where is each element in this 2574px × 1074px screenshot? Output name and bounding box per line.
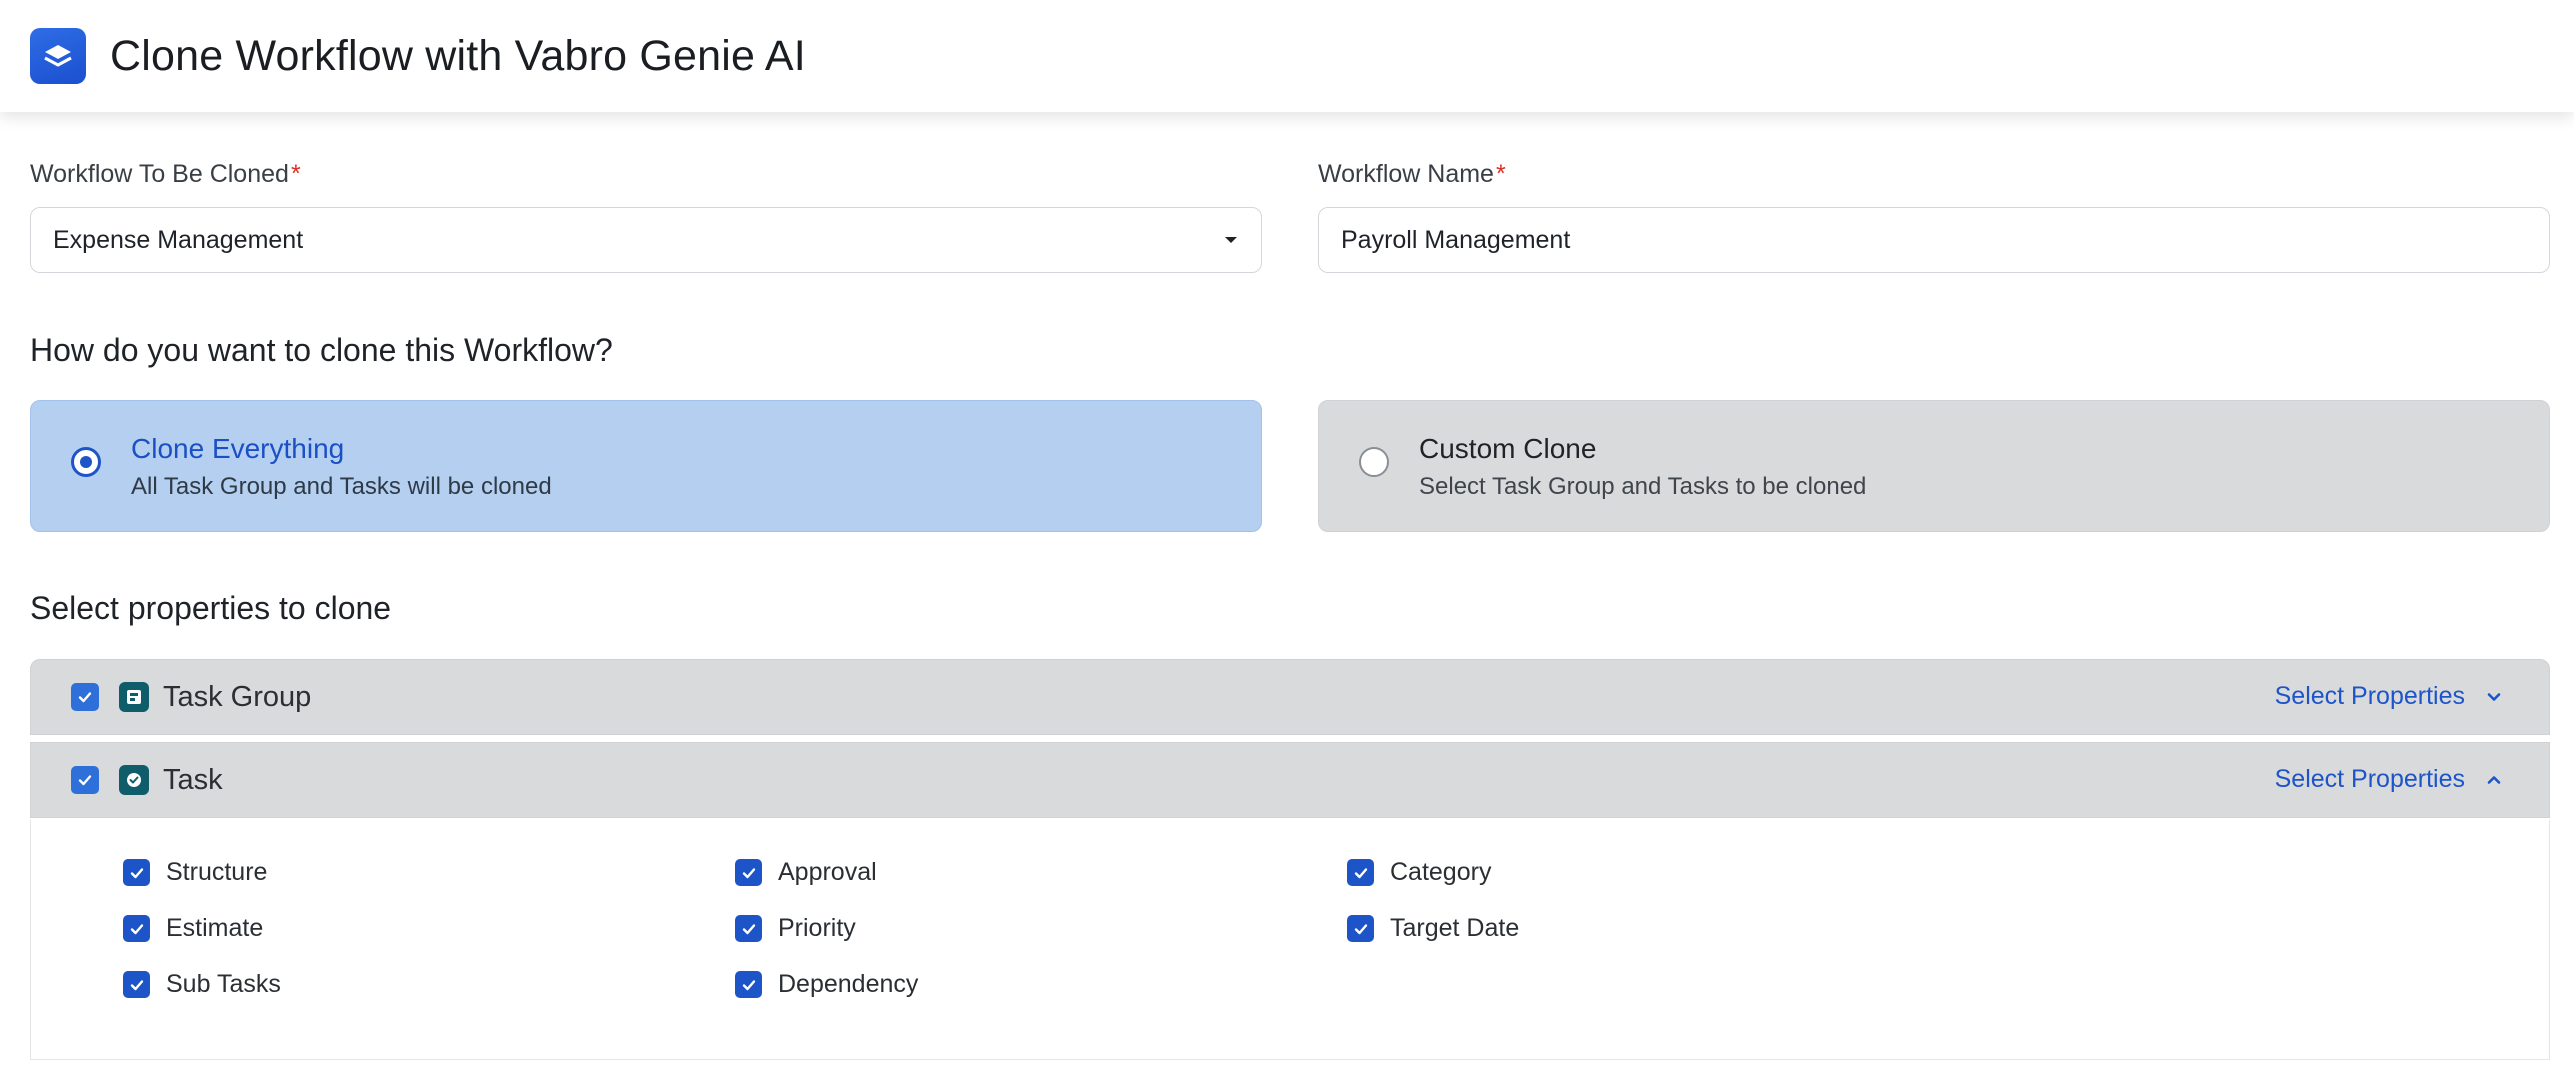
option-clone-everything[interactable]: Clone Everything All Task Group and Task… bbox=[30, 400, 1262, 532]
property-sub-tasks[interactable]: Sub Tasks bbox=[123, 970, 281, 999]
option-title: Custom Clone bbox=[1419, 433, 1597, 464]
radio-selected[interactable] bbox=[71, 447, 101, 477]
workflow-name-input[interactable]: Payroll Management bbox=[1318, 207, 2550, 273]
checkbox-priority[interactable] bbox=[735, 915, 762, 942]
property-label: Target Date bbox=[1390, 914, 1520, 942]
checkbox-approval[interactable] bbox=[735, 859, 762, 886]
property-label: Dependency bbox=[778, 970, 919, 998]
task-group-icon bbox=[119, 682, 149, 712]
workflow-name-value: Payroll Management bbox=[1341, 225, 1571, 254]
property-approval[interactable]: Approval bbox=[735, 858, 877, 887]
property-target-date[interactable]: Target Date bbox=[1347, 914, 1519, 943]
checkbox-sub-tasks[interactable] bbox=[123, 971, 150, 998]
select-properties-label: Select Properties bbox=[2274, 682, 2465, 710]
group-row-task[interactable]: Task Select Properties bbox=[30, 742, 2550, 818]
chevron-up-icon bbox=[2487, 775, 2501, 784]
property-label: Priority bbox=[778, 914, 856, 942]
source-workflow-value: Expense Management bbox=[53, 225, 304, 254]
checkbox-structure[interactable] bbox=[123, 859, 150, 886]
checkbox-target-date[interactable] bbox=[1347, 915, 1374, 942]
select-properties-task-group[interactable]: Select Properties bbox=[2275, 682, 2503, 711]
property-dependency[interactable]: Dependency bbox=[735, 970, 918, 999]
option-subtitle: Select Task Group and Tasks to be cloned bbox=[1419, 473, 1867, 500]
properties-heading: Select properties to clone bbox=[30, 590, 392, 626]
source-workflow-label: Workflow To Be Cloned* bbox=[30, 160, 301, 189]
property-label: Approval bbox=[778, 858, 877, 886]
checkbox-dependency[interactable] bbox=[735, 971, 762, 998]
property-label: Category bbox=[1390, 858, 1492, 886]
checkbox-task-group[interactable] bbox=[71, 683, 99, 711]
option-custom-clone[interactable]: Custom Clone Select Task Group and Tasks… bbox=[1318, 400, 2550, 532]
property-label: Sub Tasks bbox=[166, 970, 281, 998]
option-title: Clone Everything bbox=[131, 433, 345, 464]
radio-unselected[interactable] bbox=[1359, 447, 1389, 477]
task-check-icon bbox=[119, 765, 149, 795]
workflow-name-label-text: Workflow Name bbox=[1318, 160, 1494, 188]
page-title: Clone Workflow with Vabro Genie AI bbox=[110, 31, 806, 80]
source-workflow-label-text: Workflow To Be Cloned bbox=[30, 160, 289, 188]
stack-layers-icon bbox=[30, 28, 86, 84]
chevron-down-icon bbox=[2487, 692, 2501, 701]
property-priority[interactable]: Priority bbox=[735, 914, 856, 943]
source-workflow-select[interactable]: Expense Management bbox=[30, 207, 1262, 273]
option-subtitle: All Task Group and Tasks will be cloned bbox=[131, 473, 552, 500]
required-mark: * bbox=[1495, 160, 1506, 188]
required-mark: * bbox=[290, 160, 301, 188]
property-label: Estimate bbox=[166, 914, 264, 942]
clone-method-heading: How do you want to clone this Workflow? bbox=[30, 332, 613, 368]
checkbox-estimate[interactable] bbox=[123, 915, 150, 942]
group-label: Task bbox=[163, 763, 223, 796]
select-properties-task[interactable]: Select Properties bbox=[2275, 765, 2503, 794]
workflow-name-label: Workflow Name* bbox=[1318, 160, 1506, 189]
select-properties-label: Select Properties bbox=[2274, 765, 2465, 793]
property-category[interactable]: Category bbox=[1347, 858, 1491, 887]
property-structure[interactable]: Structure bbox=[123, 858, 267, 887]
group-label: Task Group bbox=[163, 680, 312, 713]
property-label: Structure bbox=[166, 858, 268, 886]
checkbox-task[interactable] bbox=[71, 766, 99, 794]
group-row-task-group[interactable]: Task Group Select Properties bbox=[30, 659, 2550, 735]
caret-down-icon bbox=[1225, 237, 1237, 243]
property-estimate[interactable]: Estimate bbox=[123, 914, 263, 943]
task-properties-panel: Structure Estimate Sub Tasks Approval Pr… bbox=[30, 820, 2550, 1060]
page-header: Clone Workflow with Vabro Genie AI bbox=[0, 0, 2574, 112]
checkbox-category[interactable] bbox=[1347, 859, 1374, 886]
